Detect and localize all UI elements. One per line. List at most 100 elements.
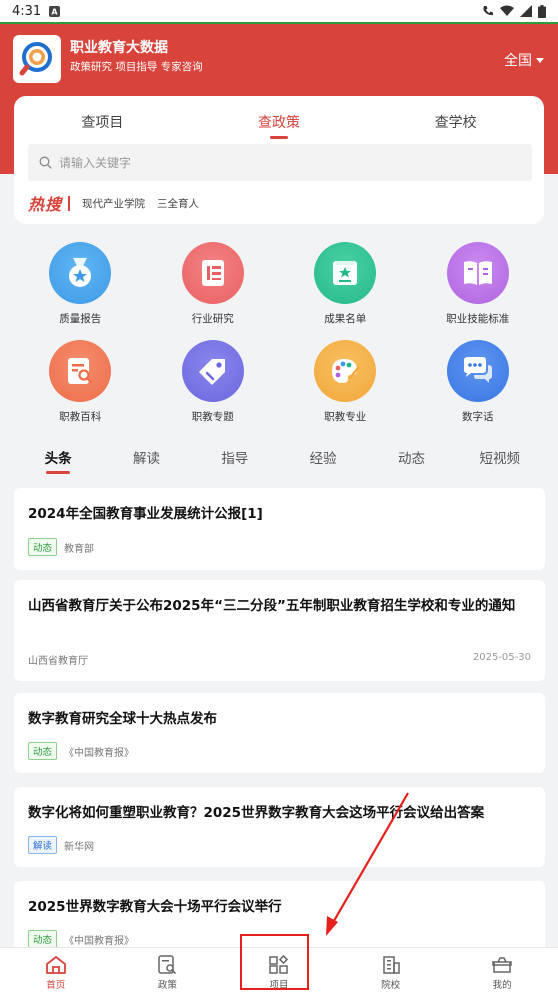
hot-divider [68, 195, 71, 211]
news-title: 数字化将如何重塑职业教育？2025世界数字教育大会这场平行会议给出答案 [28, 805, 485, 821]
news-tab-label: 动态 [397, 451, 425, 467]
hot-search-item[interactable]: 现代产业学院 [82, 196, 145, 211]
hot-search-row: 热搜 现代产业学院 三全育人 [28, 191, 199, 215]
home-icon [45, 956, 66, 974]
news-tab-experience[interactable]: 经验 [279, 442, 367, 478]
news-card[interactable]: 数字教育研究全球十大热点发布 动态 《中国教育报》 [14, 693, 545, 773]
news-tab-short-videos[interactable]: 短视频 [456, 442, 544, 478]
feature-label: 数字话 [462, 411, 494, 423]
app-subtitle: 政策研究 项目指导 专家咨询 [70, 61, 203, 73]
news-tab-updates[interactable]: 动态 [367, 442, 455, 478]
active-tab-indicator [270, 136, 288, 139]
medal-icon [69, 258, 92, 287]
feature-icon-bg [314, 340, 377, 402]
news-meta: 动态 《中国教育报》 [28, 742, 134, 760]
region-selector[interactable]: 全国 [504, 50, 544, 70]
star-certificate-icon [333, 261, 358, 285]
feature-quality-report[interactable]: 质量报告 [14, 242, 147, 326]
app-logo [13, 35, 61, 83]
caret-down-icon [536, 57, 544, 63]
news-source: 教育部 [64, 543, 95, 555]
tab-label: 查项目 [81, 115, 124, 131]
news-tab-label: 指导 [221, 451, 249, 467]
feature-icon-bg [49, 340, 112, 402]
nav-label: 院校 [381, 980, 401, 991]
search-input[interactable] [59, 155, 499, 170]
notification-a-icon: A [49, 5, 61, 17]
news-tabs: 头条 解读 指导 经验 动态 短视频 [0, 442, 558, 478]
nav-schools[interactable]: 院校 [335, 948, 447, 992]
news-tab-label: 经验 [309, 451, 337, 467]
news-card[interactable]: 2024年全国教育事业发展统计公报[1] 动态 教育部 [14, 488, 545, 570]
search-card: 查项目 查政策 查学校 热搜 现代产业学院 三全育人 [14, 96, 544, 224]
region-label: 全国 [504, 53, 532, 69]
news-source: 新华网 [64, 841, 95, 853]
tab-search-projects[interactable]: 查项目 [14, 96, 191, 140]
search-tabs: 查项目 查政策 查学校 [14, 96, 544, 140]
chat-bubbles-icon [463, 357, 492, 383]
search-icon [39, 156, 52, 169]
news-card[interactable]: 数字化将如何重塑职业教育？2025世界数字教育大会这场平行会议给出答案 解读 新… [14, 787, 545, 867]
feature-label: 行业研究 [191, 313, 234, 325]
policy-search-icon [158, 955, 177, 974]
palette-icon [332, 359, 360, 383]
feature-label: 职教专业 [324, 411, 367, 423]
hot-search-item[interactable]: 三全育人 [157, 196, 199, 211]
feature-vocational-encyclopedia[interactable]: 职教百科 [14, 340, 147, 424]
news-tab-guidance[interactable]: 指导 [191, 442, 279, 478]
tab-search-schools[interactable]: 查学校 [367, 96, 544, 140]
feature-label: 职业技能标准 [446, 313, 510, 325]
app-title: 职业教育大数据 [70, 40, 168, 56]
news-date: 2025-05-30 [472, 652, 531, 663]
news-tag: 解读 [28, 836, 58, 854]
news-title: 2025世界数字教育大会十场平行会议举行 [28, 899, 282, 915]
news-tab-interpretation[interactable]: 解读 [102, 442, 190, 478]
status-time: 4:31 [12, 3, 42, 19]
feature-achievement-list[interactable]: 成果名单 [279, 242, 412, 326]
news-tab-label: 短视频 [479, 451, 521, 467]
news-meta: 动态 《中国教育报》 [28, 930, 134, 948]
tab-label: 查学校 [434, 115, 477, 131]
feature-label: 职教专题 [191, 411, 234, 423]
news-title: 数字教育研究全球十大热点发布 [28, 711, 217, 727]
feature-digital-talk[interactable]: 数字话 [412, 340, 545, 424]
feature-icon-bg [181, 242, 244, 304]
nav-label: 首页 [46, 980, 66, 991]
feature-vocational-topics[interactable]: 职教专题 [147, 340, 280, 424]
nav-label: 政策 [157, 980, 177, 991]
book-icon [463, 261, 492, 285]
feature-label: 成果名单 [324, 313, 367, 325]
document-search-icon [68, 358, 93, 384]
feature-vocational-majors[interactable]: 职教专业 [279, 340, 412, 424]
news-card[interactable]: 山西省教育厅关于公布2025年“三二分段”五年制职业教育招生学校和专业的通知 山… [14, 580, 545, 681]
active-tab-indicator [46, 471, 71, 474]
news-tab-label: 解读 [132, 451, 160, 467]
feature-icon-bg [446, 242, 509, 304]
news-meta: 动态 教育部 [28, 538, 94, 556]
wifi-icon [500, 5, 514, 16]
highlight-box [240, 934, 309, 990]
nav-home[interactable]: 首页 [0, 948, 112, 992]
svg-text:A: A [52, 7, 59, 16]
nav-label: 我的 [492, 980, 512, 991]
news-tag: 动态 [28, 538, 58, 556]
feature-label: 职教百科 [59, 411, 102, 423]
news-tag: 动态 [28, 742, 58, 760]
feature-grid: 质量报告 行业研究 成果名单 职业技能标准 职教百科 职教专题 职教专业 数字话 [14, 242, 544, 424]
news-meta: 山西省教育厅 [28, 652, 88, 667]
search-box[interactable] [28, 144, 532, 181]
profile-box-icon [492, 957, 512, 973]
news-tag: 动态 [28, 930, 58, 948]
tag-icon [198, 359, 225, 385]
nav-profile[interactable]: 我的 [446, 948, 558, 992]
feature-industry-research[interactable]: 行业研究 [147, 242, 280, 326]
feature-skill-standards[interactable]: 职业技能标准 [412, 242, 545, 326]
building-icon [382, 956, 400, 974]
news-tab-headlines[interactable]: 头条 [14, 442, 102, 478]
tab-search-policies[interactable]: 查政策 [191, 96, 368, 140]
hot-search-label: 热搜 [28, 195, 63, 214]
magnifier-logo-icon [19, 42, 52, 76]
news-source: 《中国教育报》 [64, 935, 135, 947]
nav-policy[interactable]: 政策 [112, 948, 224, 992]
tab-label: 查政策 [258, 115, 300, 131]
